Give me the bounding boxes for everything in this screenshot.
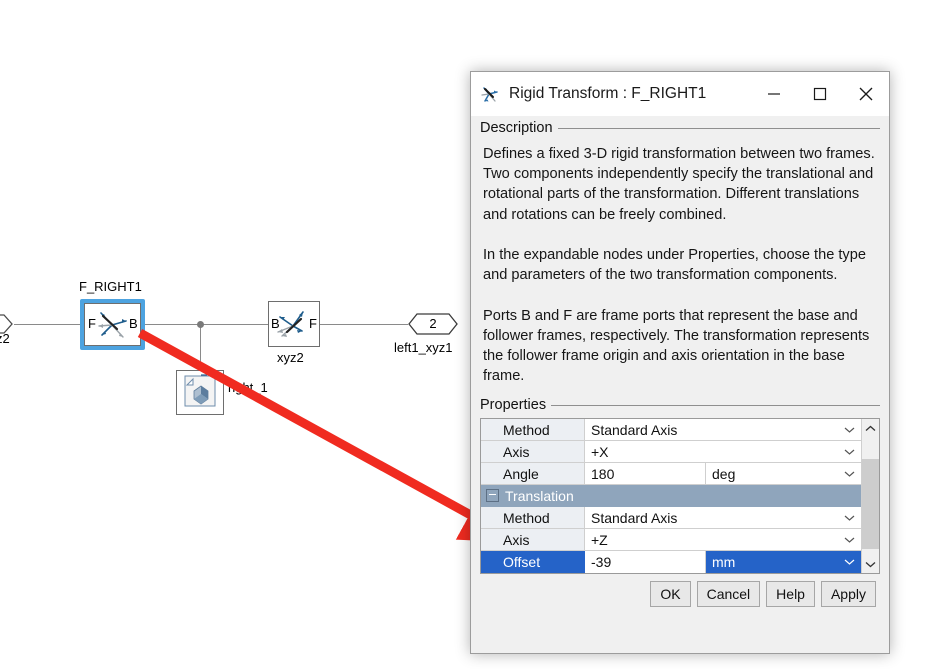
- property-name: Method: [481, 419, 585, 441]
- property-section-label: Translation: [505, 487, 574, 504]
- property-section-translation[interactable]: Translation: [481, 485, 861, 508]
- chevron-down-icon: [844, 449, 855, 455]
- maximize-icon: [813, 87, 827, 101]
- chevron-down-icon: [844, 537, 855, 543]
- property-row-axis-translation[interactable]: Axis +Z: [481, 529, 861, 552]
- close-button[interactable]: [843, 72, 889, 116]
- property-value-dropdown[interactable]: +Z: [585, 529, 861, 551]
- scroll-down-button[interactable]: [862, 555, 879, 574]
- properties-panel[interactable]: Method Standard Axis Axis +X Angle 180 d…: [480, 418, 880, 575]
- block-f-right1-label: F_RIGHT1: [79, 279, 142, 294]
- canvas-inport-label: z2: [0, 331, 10, 346]
- canvas-outport-number: 2: [429, 316, 437, 331]
- property-value-dropdown[interactable]: +X: [585, 441, 861, 463]
- chevron-down-icon: [844, 427, 855, 433]
- dialog-title: Rigid Transform : F_RIGHT1: [509, 85, 707, 102]
- chevron-up-icon: [865, 425, 876, 431]
- property-row-angle[interactable]: Angle 180 deg: [481, 463, 861, 486]
- block-xyz2-port-b: B: [271, 316, 280, 331]
- description-legend-text: Description: [480, 120, 558, 136]
- description-legend-rule: [557, 127, 880, 129]
- property-name: Offset: [481, 551, 585, 574]
- ok-button[interactable]: OK: [650, 581, 691, 608]
- minimize-button[interactable]: [751, 72, 797, 116]
- chevron-down-icon: [844, 515, 855, 521]
- property-row-method-translation[interactable]: Method Standard Axis: [481, 507, 861, 530]
- collapse-expander-icon[interactable]: [486, 489, 499, 503]
- rigid-transform-icon: [481, 87, 498, 102]
- property-row-offset[interactable]: Offset -39 mm: [481, 551, 861, 574]
- property-unit-text: deg: [712, 465, 736, 482]
- properties-group-legend: Properties: [480, 395, 880, 415]
- property-unit-text: mm: [712, 554, 736, 571]
- scrollbar-thumb[interactable]: [862, 459, 879, 550]
- property-value-dropdown[interactable]: Standard Axis: [585, 507, 861, 529]
- block-right1[interactable]: [176, 370, 224, 415]
- property-value-dropdown[interactable]: Standard Axis: [585, 419, 861, 441]
- scrollbar-track[interactable]: [862, 437, 879, 556]
- property-value-text: Standard Axis: [591, 421, 678, 438]
- dialog-titlebar[interactable]: Rigid Transform : F_RIGHT1: [471, 72, 889, 116]
- help-button[interactable]: Help: [766, 581, 815, 608]
- apply-button[interactable]: Apply: [820, 581, 876, 608]
- property-value-input[interactable]: 180: [585, 463, 706, 485]
- block-f-right1-port-f: F: [88, 316, 96, 331]
- property-value-text: +X: [591, 443, 609, 460]
- description-text: Defines a fixed 3-D rigid transformation…: [483, 146, 875, 385]
- property-value-text: Standard Axis: [591, 509, 678, 526]
- property-unit-dropdown[interactable]: deg: [706, 463, 861, 485]
- maximize-button[interactable]: [797, 72, 843, 116]
- block-xyz2-label: xyz2: [277, 350, 304, 365]
- property-name: Angle: [481, 463, 585, 485]
- property-value-text: -39: [591, 554, 612, 571]
- properties-legend-rule: [551, 404, 880, 406]
- property-value-text: +Z: [591, 531, 608, 548]
- dialog-footer: OK Cancel Help Apply: [480, 574, 880, 614]
- chevron-down-icon: [844, 559, 855, 566]
- minimize-icon: [768, 93, 780, 95]
- properties-legend-text: Properties: [480, 397, 552, 414]
- rigid-transform-dialog[interactable]: Rigid Transform : F_RIGHT1 Description D…: [470, 71, 890, 654]
- chevron-down-icon: [865, 561, 876, 568]
- block-xyz2-port-f: F: [309, 316, 317, 331]
- property-value-input[interactable]: -39: [585, 551, 706, 574]
- property-name: Axis: [481, 441, 585, 463]
- properties-scrollbar[interactable]: [861, 419, 879, 574]
- block-f-right1-port-b: B: [129, 316, 138, 331]
- wire-junction: [197, 321, 204, 328]
- wire-inport-to-frght1[interactable]: [14, 324, 80, 325]
- property-name: Axis: [481, 529, 585, 551]
- property-row-axis-rotation[interactable]: Axis +X: [481, 441, 861, 464]
- block-right1-label: right_1: [228, 380, 268, 395]
- cancel-button[interactable]: Cancel: [696, 581, 761, 608]
- description-group-legend: Description: [480, 118, 880, 138]
- wire-xyz2-to-outport[interactable]: [320, 324, 408, 325]
- close-icon: [859, 87, 873, 101]
- property-row-method-rotation[interactable]: Method Standard Axis: [481, 419, 861, 442]
- scroll-up-button[interactable]: [862, 419, 879, 438]
- property-name: Method: [481, 507, 585, 529]
- property-value-text: 180: [591, 465, 615, 482]
- properties-table[interactable]: Method Standard Axis Axis +X Angle 180 d…: [481, 419, 861, 574]
- wire-branch-to-right1[interactable]: [200, 324, 201, 370]
- wire-frght1-to-xyz2[interactable]: [144, 324, 268, 325]
- property-unit-dropdown[interactable]: mm: [706, 551, 861, 574]
- solid-part-icon: [184, 374, 216, 407]
- chevron-down-icon: [844, 471, 855, 477]
- canvas-outport-label: left1_xyz1: [394, 340, 453, 355]
